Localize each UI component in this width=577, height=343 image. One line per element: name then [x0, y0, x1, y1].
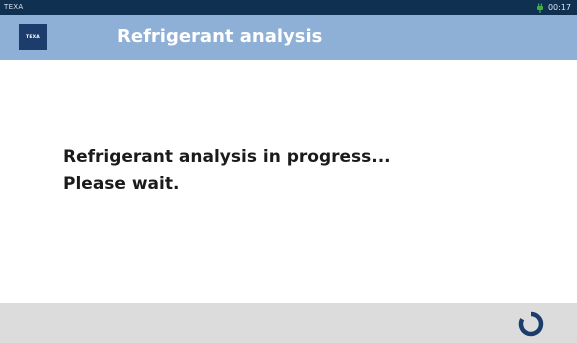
plug-icon [535, 3, 545, 13]
page-title: Refrigerant analysis [117, 26, 323, 47]
progress-message: Refrigerant analysis in progress... Plea… [63, 144, 391, 198]
status-time: 00:17 [547, 2, 571, 12]
logo-text: TEXA [26, 34, 40, 40]
status-brand: TEXA [4, 3, 24, 11]
main-content: Refrigerant analysis in progress... Plea… [0, 60, 577, 303]
progress-message-line1: Refrigerant analysis in progress... [63, 147, 391, 167]
footer-bar [0, 303, 577, 343]
status-bar: TEXA 00:17 [0, 0, 577, 15]
screen: TEXA 00:17 TEXA Refrigerant analysis Ref… [0, 0, 577, 343]
loading-spinner-icon [517, 310, 545, 338]
progress-message-line2: Please wait. [63, 174, 180, 194]
status-indicators: 00:17 [535, 1, 571, 14]
header: TEXA Refrigerant analysis [0, 15, 577, 60]
texa-logo: TEXA [19, 24, 47, 50]
